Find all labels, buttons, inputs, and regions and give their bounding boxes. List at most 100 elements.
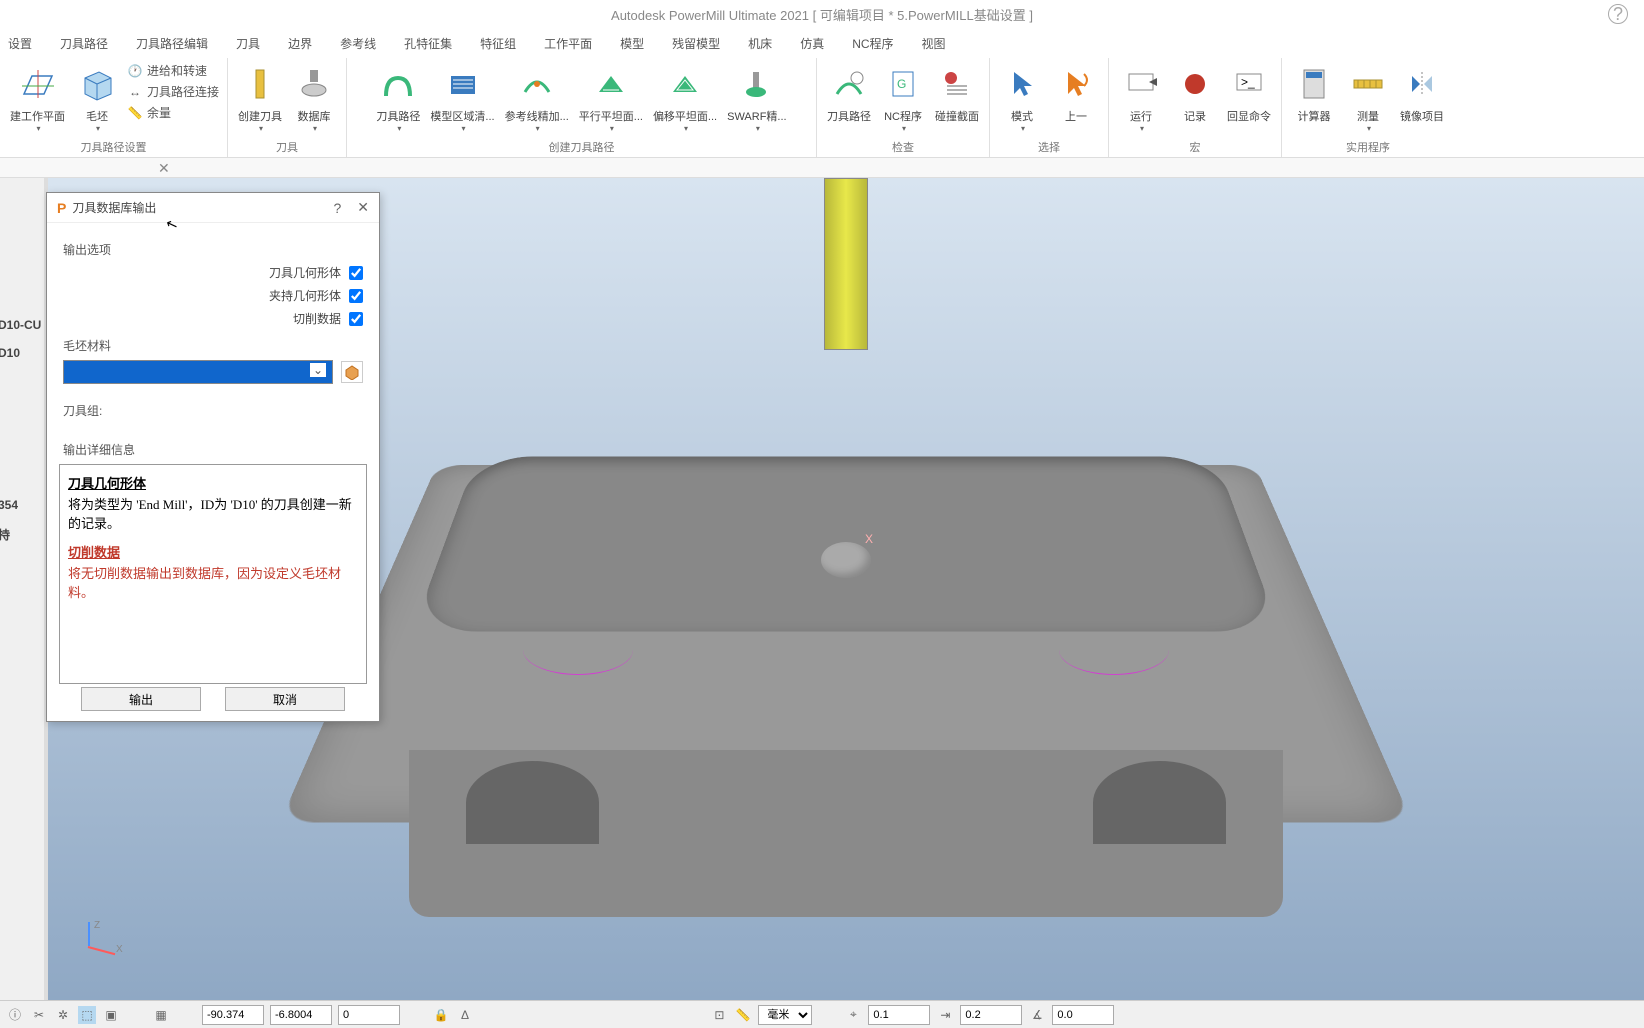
allowance-button[interactable]: 📏余量 <box>127 104 219 121</box>
menu-boundary[interactable]: 边界 <box>288 35 312 52</box>
status-bar: ⓘ ✂ ✲ ⬚ ▣ ▦ 🔒 Δ ⊡ 📏 毫米 ⌖ ⇥ ∡ <box>0 1000 1644 1028</box>
delta-icon[interactable]: Δ <box>456 1006 474 1024</box>
pointer-icon <box>1002 64 1042 104</box>
chevron-down-icon: ▾ <box>1140 124 1144 133</box>
info-icon[interactable]: ⓘ <box>6 1006 24 1024</box>
offset-flat-button[interactable]: 偏移平坦面...▾ <box>651 62 719 135</box>
menu-holefeature[interactable]: 孔特征集 <box>404 35 452 52</box>
angle-input[interactable] <box>1052 1005 1114 1025</box>
allowance-icon: 📏 <box>127 105 143 121</box>
title-bar: Autodesk PowerMill Ultimate 2021 [ 可编辑项目… <box>0 0 1644 28</box>
tool-geom-checkbox[interactable] <box>349 266 363 280</box>
chevron-down-icon: ▾ <box>902 124 906 133</box>
mode-button[interactable]: 模式▾ <box>998 62 1046 135</box>
svg-text:G: G <box>897 77 906 91</box>
echo-command-button[interactable]: >_回显命令 <box>1225 62 1273 126</box>
detail-output-box[interactable]: 刀具几何形体 将为类型为 'End Mill'，ID为 'D10' 的刀具创建一… <box>59 464 367 684</box>
tree-panel[interactable]: D10-CU D10 354 持 <box>0 178 44 1000</box>
cutting-data-checkbox[interactable] <box>349 312 363 326</box>
toolpath-button[interactable]: 刀具路径▾ <box>374 62 422 135</box>
tab-close-icon[interactable]: ✕ <box>158 160 170 177</box>
menu-refline[interactable]: 参考线 <box>340 35 376 52</box>
angle-icon[interactable]: ∡ <box>1028 1006 1046 1024</box>
dialog-help-button[interactable]: ? <box>333 200 341 216</box>
collision-section-button[interactable]: 碰撞截面 <box>933 62 981 126</box>
menu-view[interactable]: 视图 <box>922 35 946 52</box>
feedspeed-icon: 🕐 <box>127 63 143 79</box>
mirror-project-button[interactable]: 镜像项目 <box>1398 62 1446 126</box>
measure-button[interactable]: 测量▾ <box>1344 62 1392 135</box>
menu-featuregroup[interactable]: 特征组 <box>480 35 516 52</box>
tree-item[interactable]: 354 <box>0 498 18 512</box>
menu-ncprogram[interactable]: NC程序 <box>852 35 893 52</box>
check-nc-button[interactable]: GNC程序▾ <box>879 62 927 135</box>
snap-icon[interactable]: ✲ <box>54 1006 72 1024</box>
ribbon-group-tool: 创建刀具▾ 数据库▾ 刀具 <box>228 58 347 157</box>
toolpath-connect-button[interactable]: ↔刀具路径连接 <box>127 83 219 100</box>
dialog-title-text: 刀具数据库输出 <box>72 199 333 216</box>
work-icon[interactable]: ⬚ <box>78 1006 96 1024</box>
create-workplane-button[interactable]: 建工作平面▾ <box>8 62 67 135</box>
tree-item[interactable]: 持 <box>0 526 18 543</box>
refline-finish-button[interactable]: 参考线精加...▾ <box>503 62 571 135</box>
export-button[interactable]: 输出 <box>81 687 201 711</box>
stepover-input[interactable] <box>960 1005 1022 1025</box>
material-dropdown[interactable] <box>63 360 333 384</box>
run-icon <box>1121 64 1161 104</box>
menu-simulate[interactable]: 仿真 <box>800 35 824 52</box>
menu-stockmodel[interactable]: 残留模型 <box>672 35 720 52</box>
create-tool-icon <box>240 64 280 104</box>
unit-select[interactable]: 毫米 <box>758 1005 812 1025</box>
tree-item[interactable]: D10 <box>0 346 41 360</box>
cancel-button[interactable]: 取消 <box>225 687 345 711</box>
chevron-down-icon: ▾ <box>313 124 317 133</box>
tol-icon[interactable]: ⊡ <box>710 1006 728 1024</box>
coord-y-input[interactable] <box>270 1005 332 1025</box>
detail-heading-err: 切削数据 <box>68 542 358 561</box>
help-icon[interactable]: ? <box>1608 4 1628 24</box>
cad-model: X <box>371 355 1321 875</box>
menu-toolpath-edit[interactable]: 刀具路径编辑 <box>136 35 208 52</box>
tree-item[interactable]: D10-CU <box>0 318 41 332</box>
axis-x-label: X <box>865 532 873 546</box>
unit-icon[interactable]: 📏 <box>734 1006 752 1024</box>
menu-settings[interactable]: 设置 <box>8 35 32 52</box>
menu-tool[interactable]: 刀具 <box>236 35 260 52</box>
swarf-icon <box>737 64 777 104</box>
tolerance-icon[interactable]: ⌖ <box>844 1006 862 1024</box>
dialog-close-button[interactable]: ✕ <box>357 199 369 216</box>
output-options-label: 输出选项 <box>63 241 363 258</box>
dialog-titlebar[interactable]: P 刀具数据库输出 ? ✕ <box>47 193 379 223</box>
parallel-flat-button[interactable]: 平行平坦面...▾ <box>577 62 645 135</box>
coord-x-input[interactable] <box>202 1005 264 1025</box>
powermill-logo-icon: P <box>57 200 66 216</box>
stepover-icon[interactable]: ⇥ <box>936 1006 954 1024</box>
create-tool-button[interactable]: 创建刀具▾ <box>236 62 284 135</box>
grid-icon[interactable]: ▦ <box>152 1006 170 1024</box>
swarf-button[interactable]: SWARF精...▾ <box>725 62 788 135</box>
coord-z-input[interactable] <box>338 1005 400 1025</box>
block-icon[interactable]: ▣ <box>102 1006 120 1024</box>
database-button[interactable]: 数据库▾ <box>290 62 338 135</box>
lock-icon[interactable]: 🔒 <box>432 1006 450 1024</box>
previous-button[interactable]: 上一 <box>1052 62 1100 126</box>
area-clearance-button[interactable]: 模型区域清...▾ <box>428 62 496 135</box>
menu-workplane[interactable]: 工作平面 <box>544 35 592 52</box>
calculator-button[interactable]: 计算器 <box>1290 62 1338 126</box>
holder-geom-checkbox[interactable] <box>349 289 363 303</box>
record-macro-button[interactable]: 记录 <box>1171 62 1219 126</box>
menu-toolpath[interactable]: 刀具路径 <box>60 35 108 52</box>
tool-group-label: 刀具组: <box>63 402 363 419</box>
tolerance-input[interactable] <box>868 1005 930 1025</box>
browse-material-button[interactable] <box>341 361 363 383</box>
measure-icon[interactable]: ✂ <box>30 1006 48 1024</box>
check-toolpath-button[interactable]: 刀具路径 <box>825 62 873 126</box>
menu-machine[interactable]: 机床 <box>748 35 772 52</box>
chevron-down-icon: ▾ <box>610 124 614 133</box>
stock-button[interactable]: 毛坯▾ <box>73 62 121 135</box>
feedspeed-button[interactable]: 🕐进给和转速 <box>127 62 219 79</box>
run-macro-button[interactable]: 运行▾ <box>1117 62 1165 135</box>
menu-model[interactable]: 模型 <box>620 35 644 52</box>
collision-icon <box>937 64 977 104</box>
material-label: 毛坯材料 <box>63 337 363 354</box>
